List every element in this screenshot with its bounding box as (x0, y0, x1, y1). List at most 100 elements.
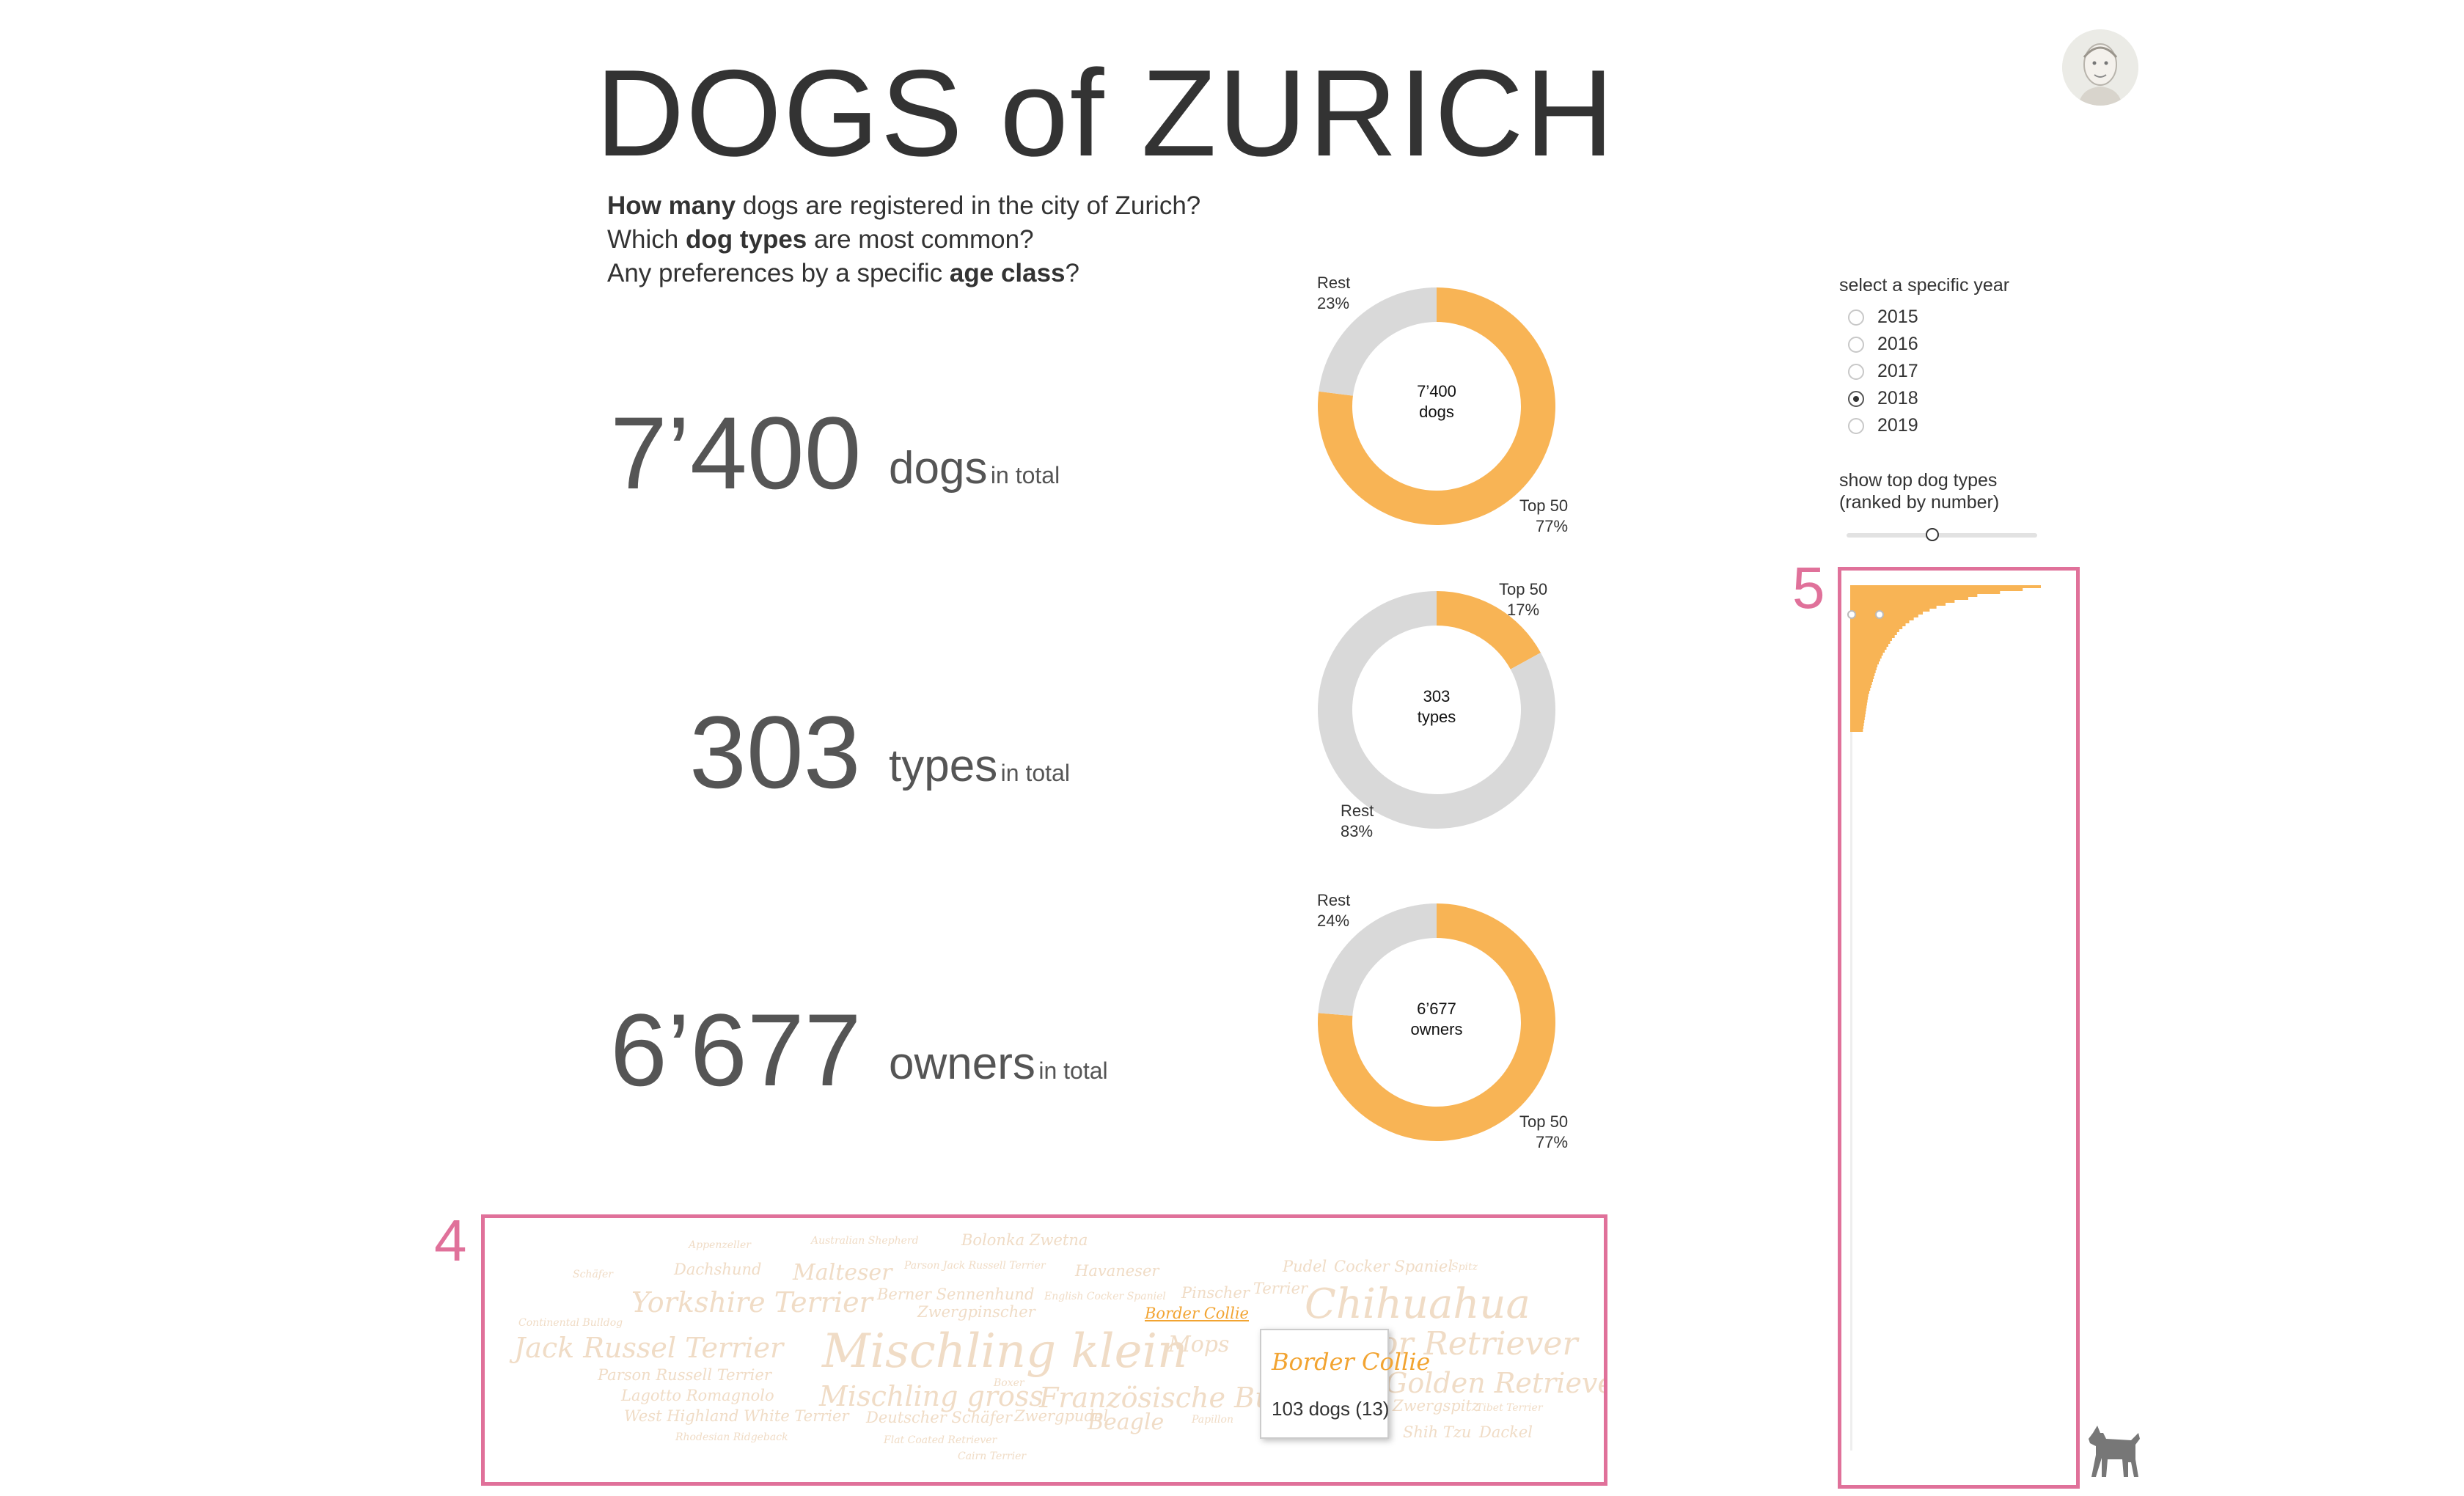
wordcloud-word[interactable]: Berner Sennenhund (877, 1287, 1034, 1302)
wordcloud-word[interactable]: English Cocker Spaniel (1044, 1291, 1166, 1302)
year-option-2015[interactable]: 2015 (1839, 304, 2009, 331)
distribution-bar[interactable] (1850, 697, 1869, 700)
wordcloud-word[interactable]: Zwergspitz (1393, 1398, 1480, 1414)
distribution-bar[interactable] (1850, 615, 1918, 617)
wordcloud-word[interactable]: Shih Tzu (1403, 1425, 1471, 1440)
wordcloud-word[interactable]: Pudel (1283, 1259, 1327, 1275)
wordcloud-word[interactable]: Appenzeller (689, 1240, 751, 1250)
distribution-bar[interactable] (1850, 612, 1924, 615)
wordcloud-word[interactable]: Continental Bulldog (518, 1318, 623, 1328)
distribution-bar[interactable] (1850, 679, 1873, 682)
distribution-bar[interactable] (1850, 620, 1910, 623)
wordcloud-word[interactable]: West Highland White Terrier (624, 1409, 849, 1424)
wordcloud-word[interactable]: Zwergpinscher (917, 1305, 1035, 1320)
distribution-bar[interactable] (1850, 653, 1883, 656)
distribution-bar[interactable] (1850, 647, 1887, 650)
distribution-bar[interactable] (1850, 700, 1868, 703)
wordcloud-word[interactable]: Mischling klein (822, 1328, 1187, 1375)
year-option-2017[interactable]: 2017 (1839, 358, 2009, 385)
distribution-bar[interactable] (1850, 676, 1874, 679)
distribution-bar[interactable] (1850, 659, 1880, 661)
wordcloud-word[interactable]: Parson Jack Russell Terrier (904, 1261, 1046, 1271)
distribution-bar[interactable] (1850, 723, 1864, 726)
year-option-2019[interactable]: 2019 (1839, 412, 2009, 439)
year-option-2018[interactable]: 2018 (1839, 385, 2009, 412)
wordcloud-word[interactable]: Schäfer (573, 1269, 613, 1280)
radio-2019[interactable] (1848, 417, 1864, 434)
dog-icon[interactable] (2086, 1423, 2147, 1485)
wordcloud-word[interactable]: Cocker Spaniel (1334, 1259, 1453, 1275)
wordcloud-word[interactable]: Yorkshire Terrier (631, 1288, 873, 1316)
wordcloud-word[interactable]: Beagle (1088, 1412, 1164, 1434)
wordcloud-word[interactable]: Jack Russel Terrier (514, 1334, 783, 1362)
distribution-bar[interactable] (1850, 603, 1946, 606)
distribution-bar[interactable] (1850, 703, 1867, 705)
wordcloud-word[interactable]: Boxer (994, 1378, 1024, 1388)
distribution-bar[interactable] (1850, 650, 1885, 653)
wordcloud[interactable]: Appenzeller Australian Shepherd Bolonka Zw… (485, 1218, 1604, 1482)
wordcloud-word[interactable]: Tibet Terrier (1476, 1403, 1543, 1413)
distribution-marker[interactable] (1847, 610, 1856, 619)
wordcloud-word[interactable]: Spitz (1451, 1262, 1478, 1272)
wordcloud-word[interactable]: Cairn Terrier (958, 1451, 1026, 1462)
distribution-bar[interactable] (1850, 597, 1968, 600)
wordcloud-word[interactable]: Border Collie (1145, 1306, 1249, 1321)
wordcloud-word[interactable]: Malteser (793, 1262, 892, 1284)
radio-2015[interactable] (1848, 309, 1864, 326)
wordcloud-word[interactable]: Papillon (1192, 1415, 1233, 1425)
slider-handle[interactable] (1926, 528, 1939, 541)
distribution-bar[interactable] (1850, 641, 1891, 644)
distribution-bar[interactable] (1850, 714, 1866, 717)
wordcloud-word[interactable]: Australian Shepherd (811, 1236, 919, 1246)
distribution-bar[interactable] (1850, 664, 1878, 667)
distribution-bar[interactable] (1850, 594, 1978, 597)
distribution-bar[interactable] (1850, 626, 1903, 629)
wordcloud-word[interactable]: Pinscher (1181, 1286, 1250, 1301)
distribution-bar[interactable] (1850, 711, 1866, 714)
wordcloud-word[interactable]: Dackel (1479, 1425, 1533, 1440)
radio-2017[interactable] (1848, 363, 1864, 380)
distribution-bar[interactable] (1850, 670, 1876, 673)
distribution-bar[interactable] (1850, 629, 1899, 632)
distribution-bar[interactable] (1850, 708, 1866, 711)
radio-2018[interactable] (1848, 390, 1864, 407)
avatar[interactable] (2062, 29, 2138, 106)
distribution-bar[interactable] (1850, 682, 1872, 685)
wordcloud-word[interactable]: Dachshund (674, 1262, 761, 1277)
distribution-bar[interactable] (1850, 644, 1888, 647)
top-types-slider[interactable] (1847, 533, 2037, 538)
distribution-bar[interactable] (1850, 632, 1897, 635)
distribution-bar[interactable] (1850, 600, 1955, 603)
distribution-bar[interactable] (1850, 688, 1871, 691)
year-option-2016[interactable]: 2016 (1839, 331, 2009, 358)
distribution-bar[interactable] (1850, 667, 1877, 670)
distribution-bar[interactable] (1850, 656, 1882, 659)
wordcloud-word[interactable]: Terrier (1253, 1281, 1308, 1297)
distribution-bar[interactable] (1850, 661, 1879, 664)
distribution-bar[interactable] (1850, 673, 1875, 676)
wordcloud-word[interactable]: Flat Coated Retriever (884, 1435, 997, 1445)
distribution-bar[interactable] (1850, 635, 1895, 638)
distribution-bar[interactable] (1850, 694, 1869, 697)
wordcloud-word[interactable]: Chihuahua (1305, 1284, 1530, 1325)
distribution-marker[interactable] (1875, 610, 1884, 619)
distribution-bar[interactable] (1850, 726, 1863, 729)
distribution-bar[interactable] (1850, 705, 1867, 708)
distribution-bar[interactable] (1850, 591, 2001, 594)
distribution-bar[interactable] (1850, 729, 1863, 732)
wordcloud-word[interactable]: Mops (1168, 1334, 1229, 1356)
distribution-bar[interactable] (1850, 685, 1871, 688)
distribution-bar[interactable] (1850, 585, 2041, 588)
wordcloud-word[interactable]: Havaneser (1075, 1264, 1159, 1279)
radio-2016[interactable] (1848, 336, 1864, 353)
distribution-bar[interactable] (1850, 638, 1892, 641)
distribution-rest-bar[interactable] (1850, 732, 1852, 1451)
wordcloud-word[interactable]: Rhodesian Ridgeback (675, 1432, 788, 1442)
wordcloud-word[interactable]: Lagotto Romagnolo (621, 1388, 774, 1404)
distribution-bar[interactable] (1850, 588, 2023, 591)
distribution-bar[interactable] (1850, 717, 1865, 720)
wordcloud-word[interactable]: Deutscher Schäfer (866, 1410, 1012, 1426)
distribution-bar[interactable] (1850, 720, 1865, 723)
distribution-bar[interactable] (1850, 609, 1930, 612)
distribution-bar[interactable] (1850, 606, 1937, 609)
